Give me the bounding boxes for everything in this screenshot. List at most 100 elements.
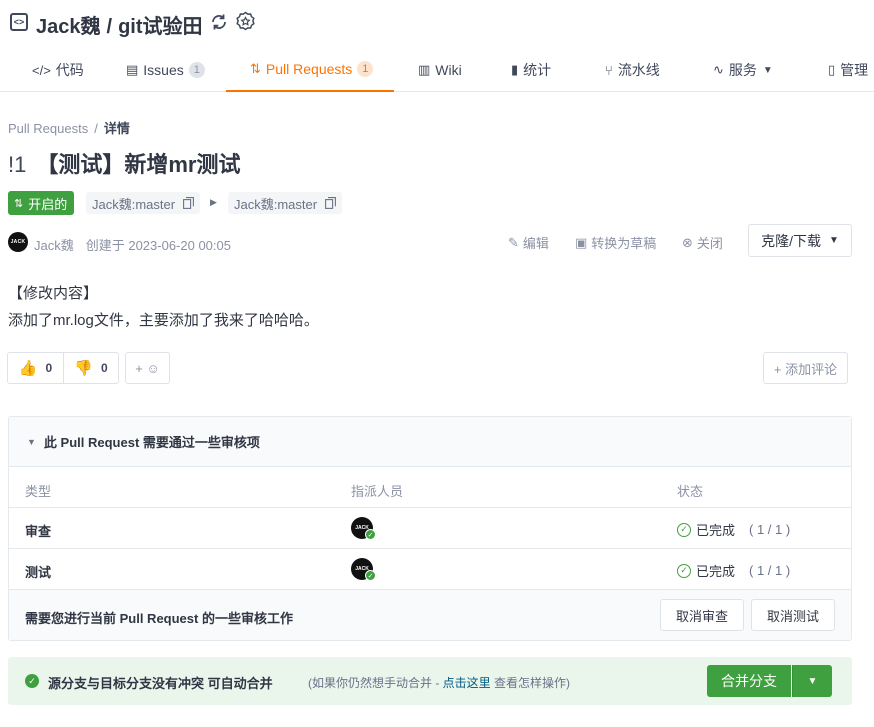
edit-icon: ✎: [508, 234, 519, 250]
pr-description: 【修改内容】 添加了mr.log文件，主要添加了我来了哈哈哈。: [8, 280, 319, 334]
breadcrumb-pull-requests-link[interactable]: Pull Requests: [8, 121, 88, 136]
merge-status-bar: ✓ 源分支与目标分支没有冲突 可自动合并 (如果你仍然想手动合并 - 点击这里 …: [8, 657, 852, 705]
approved-check-icon: ✓: [365, 570, 376, 581]
sync-icon[interactable]: [209, 12, 229, 32]
repo-owner[interactable]: Jack魏: [36, 16, 101, 38]
merge-branch-button[interactable]: 合并分支: [707, 665, 791, 697]
tab-label: 流水线: [617, 62, 660, 78]
draft-icon: ▣: [575, 234, 588, 250]
page-title: !1 【测试】新增mr测试: [8, 147, 240, 179]
table-row: 测试 JACK ✓ ✓ 已完成 ( 1 / 1 ): [9, 548, 851, 589]
clone-download-button[interactable]: 克隆/下载 ▼: [748, 224, 852, 257]
tab-pipeline[interactable]: ⑂ 流水线: [605, 48, 660, 92]
column-header-assignee: 指派人员: [351, 484, 404, 499]
tab-label: 管理: [840, 62, 869, 78]
cancel-test-button[interactable]: 取消测试: [751, 599, 835, 631]
review-panel-title: 此 Pull Request 需要通过一些审核项: [43, 435, 260, 450]
check-circle-icon: ✓: [677, 563, 691, 578]
review-panel-header[interactable]: ▼ 此 Pull Request 需要通过一些审核项: [9, 417, 851, 467]
convert-to-draft-label: 转换为草稿: [591, 236, 657, 251]
stats-icon: ▮: [511, 62, 519, 77]
review-progress: ( 1 / 1 ): [749, 522, 791, 537]
source-branch-name[interactable]: Jack魏:master: [92, 194, 175, 213]
issues-count-badge: 1: [188, 62, 205, 78]
tab-issues[interactable]: ▤ Issues 1: [126, 48, 205, 92]
review-panel-footer: 需要您进行当前 Pull Request 的一些审核工作 取消审查 取消测试: [9, 589, 851, 640]
breadcrumb-current: 详情: [103, 121, 130, 136]
tab-services[interactable]: ∿ 服务 ▼: [713, 48, 773, 92]
review-type: 测试: [25, 565, 52, 580]
assignee-avatar[interactable]: JACK ✓: [351, 517, 376, 540]
thumbs-down-count: 0: [101, 361, 108, 375]
status-badge: ⇅ 开启的: [8, 191, 75, 215]
tab-pull-requests[interactable]: ⇅ Pull Requests 1: [226, 48, 394, 92]
source-branch-chip[interactable]: Jack魏:master: [86, 192, 201, 214]
tab-label: 服务: [728, 62, 757, 78]
edit-button[interactable]: ✎ 编辑: [508, 233, 549, 252]
description-line: 添加了mr.log文件，主要添加了我来了哈哈哈。: [8, 312, 319, 329]
tab-stats[interactable]: ▮ 统计: [511, 48, 551, 92]
tab-label: Pull Requests: [265, 61, 353, 77]
repo-header: <> Jack魏 / git试验田: [0, 0, 874, 48]
services-icon: ∿: [713, 62, 724, 77]
repo-title[interactable]: Jack魏 / git试验田: [36, 10, 203, 39]
review-progress: ( 1 / 1 ): [749, 563, 791, 578]
add-comment-button[interactable]: + 添加评论: [763, 352, 848, 384]
breadcrumb-separator: /: [94, 121, 98, 136]
copy-icon[interactable]: [183, 197, 195, 209]
convert-to-draft-button[interactable]: ▣ 转换为草稿: [575, 233, 656, 252]
manual-merge-link[interactable]: 点击这里: [443, 676, 491, 690]
tab-label: Wiki: [435, 62, 462, 78]
tab-manage[interactable]: ▯ 管理: [828, 48, 868, 92]
thumbs-down-icon: 👎: [74, 360, 93, 377]
repo-tab-bar: </> 代码 ▤ Issues 1 ⇅ Pull Requests 1 ▥ Wi…: [0, 48, 874, 92]
merge-options-dropdown[interactable]: ▼: [792, 665, 832, 697]
author-name[interactable]: Jack魏: [34, 238, 74, 253]
code-icon: </>: [32, 62, 51, 78]
cancel-review-button[interactable]: 取消审查: [660, 599, 744, 631]
review-status: ✓ 已完成 ( 1 / 1 ): [677, 520, 790, 539]
tab-label: 统计: [523, 62, 552, 78]
review-status-label: 已完成: [696, 523, 736, 538]
tab-label: Issues: [143, 62, 184, 78]
review-footer-text: 需要您进行当前 Pull Request 的一些审核工作: [25, 611, 293, 626]
tab-wiki[interactable]: ▥ Wiki: [418, 48, 462, 92]
assignee-avatar[interactable]: JACK ✓: [351, 558, 376, 581]
review-status: ✓ 已完成 ( 1 / 1 ): [677, 561, 790, 580]
copy-icon[interactable]: [325, 197, 337, 209]
check-circle-icon: ✓: [677, 522, 691, 537]
tab-label: 代码: [55, 62, 84, 78]
column-header-status: 状态: [677, 484, 704, 499]
author-info: Jack魏 创建于 2023-06-20 00:05: [34, 235, 231, 254]
chevron-down-icon: ▼: [762, 64, 773, 76]
issues-icon: ▤: [126, 62, 139, 77]
review-type: 审查: [25, 524, 52, 539]
add-emoji-button[interactable]: + ☺: [125, 352, 170, 384]
tab-code[interactable]: </> 代码: [32, 48, 84, 92]
target-branch-chip[interactable]: Jack魏:master: [228, 192, 343, 214]
reaction-group: 👍 0 👎 0: [7, 352, 119, 384]
repo-name[interactable]: git试验田: [118, 16, 202, 38]
recommend-badge-icon[interactable]: [235, 11, 256, 32]
edit-label: 编辑: [522, 236, 549, 251]
repo-code-icon: <>: [10, 13, 28, 31]
thumbs-up-button[interactable]: 👍 0: [8, 353, 63, 383]
pull-request-icon: ⇅: [14, 197, 24, 210]
thumbs-down-button[interactable]: 👎 0: [63, 353, 118, 383]
description-line: 【修改内容】: [8, 285, 99, 302]
repo-title-separator: /: [106, 16, 113, 38]
target-branch-name[interactable]: Jack魏:master: [234, 194, 317, 213]
collapse-triangle-icon[interactable]: ▼: [27, 437, 36, 447]
table-row: 审查 JACK ✓ ✓ 已完成 ( 1 / 1 ): [9, 507, 851, 548]
close-pr-button[interactable]: ⊗ 关闭: [682, 233, 723, 252]
pipeline-icon: ⑂: [605, 62, 613, 78]
pr-number: !1: [8, 152, 27, 177]
status-label: 开启的: [28, 196, 68, 212]
pull-request-icon: ⇅: [250, 61, 261, 76]
approved-check-icon: ✓: [365, 529, 376, 540]
branch-arrow-icon: ▶: [210, 197, 217, 207]
merge-hint-suffix: 查看怎样操作): [490, 676, 571, 690]
column-header-type: 类型: [25, 484, 52, 499]
author-avatar[interactable]: JACK: [8, 232, 28, 252]
review-panel: ▼ 此 Pull Request 需要通过一些审核项 类型 指派人员 状态 审查…: [8, 416, 852, 641]
